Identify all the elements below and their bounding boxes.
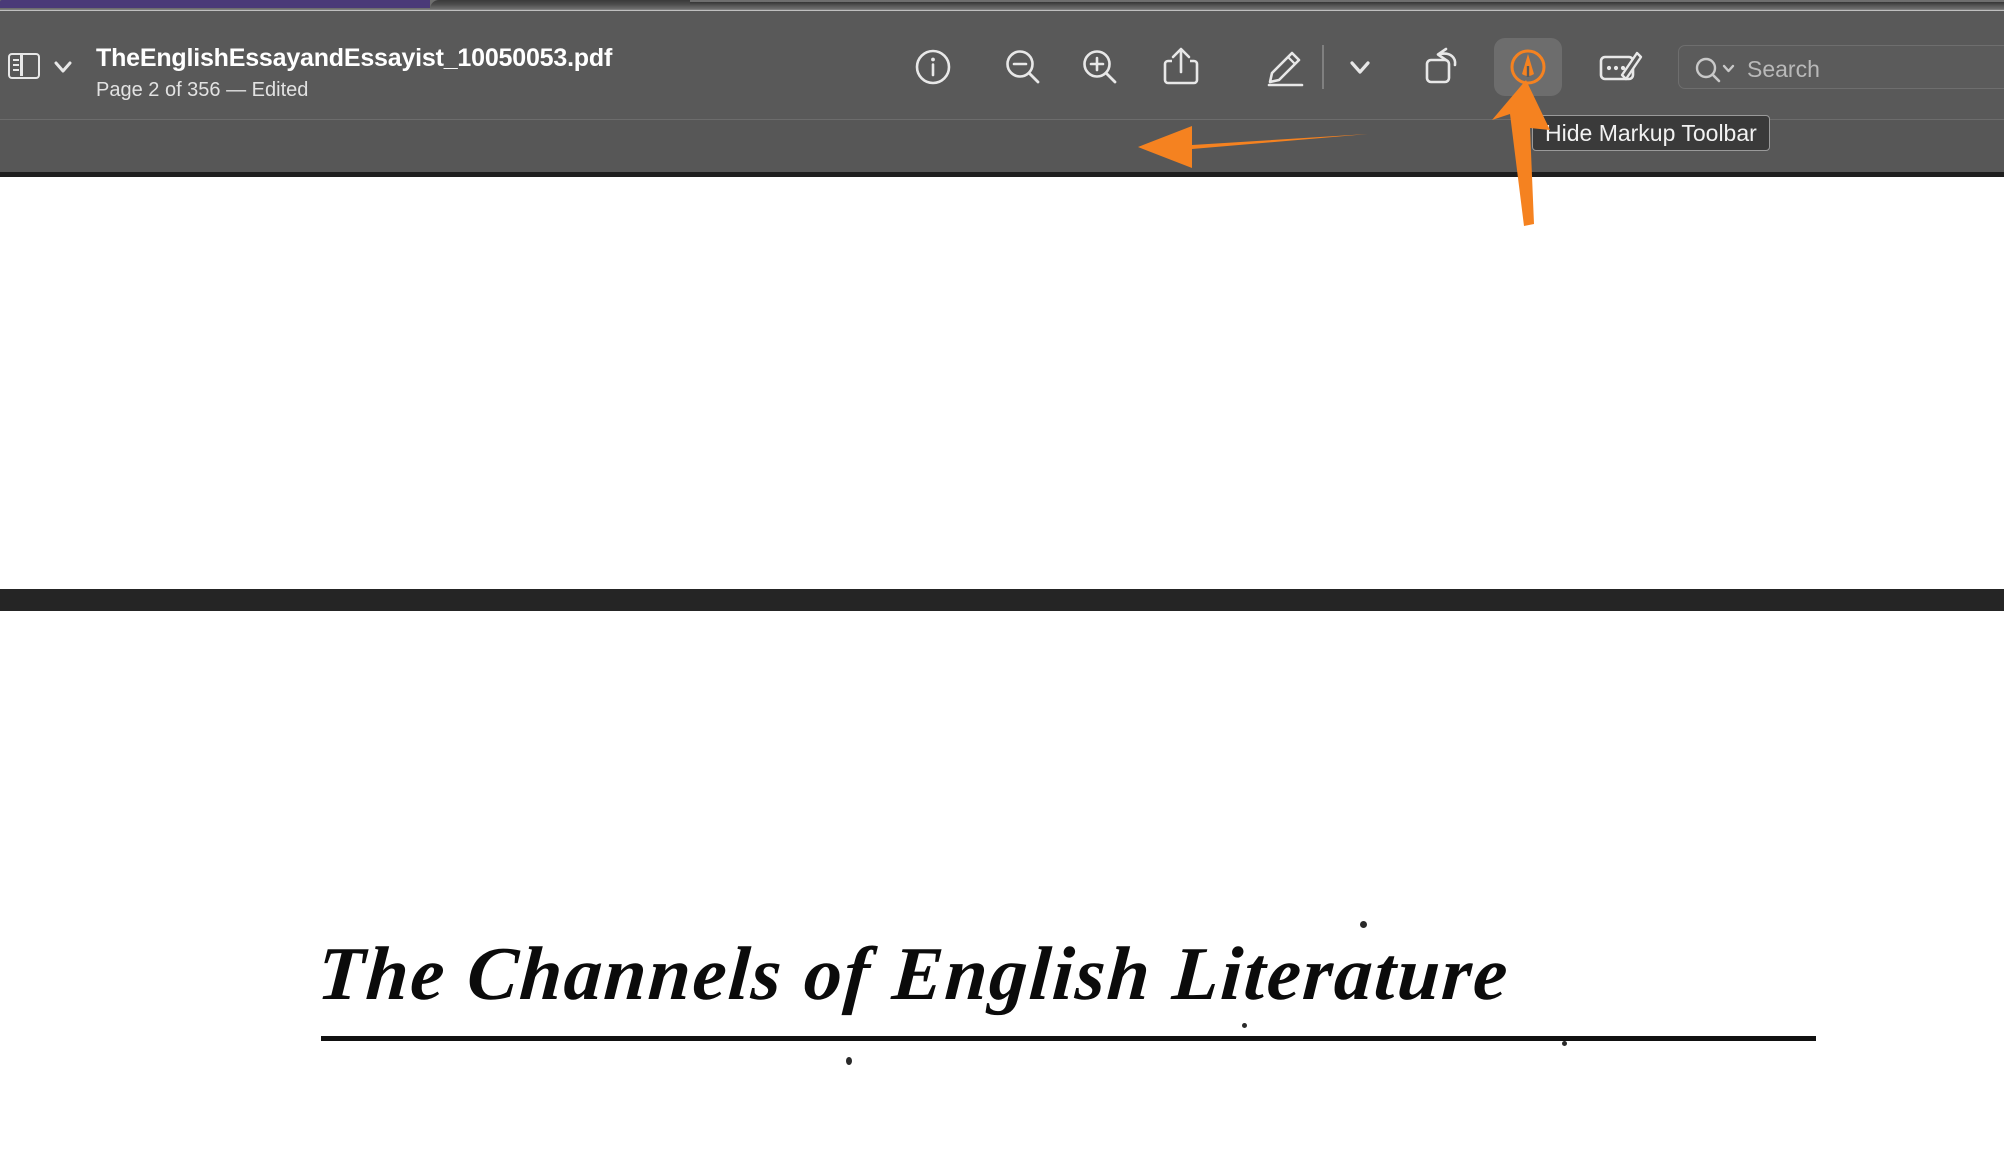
share-button[interactable]: [1153, 41, 1209, 93]
rotate-left-icon: [1425, 47, 1457, 84]
magnifier-plus-icon: [1083, 50, 1117, 84]
window-tab-edge: [430, 0, 690, 9]
info-circle-icon: [915, 49, 951, 85]
scanned-heading-rule: [321, 1036, 1816, 1041]
window-tab-edge-right: [690, 2, 2004, 9]
pencil-underline-icon: [1267, 51, 1304, 87]
chevron-down-icon: [54, 61, 72, 73]
tooltip: Hide Markup Toolbar: [1532, 115, 1770, 151]
search-input[interactable]: Search: [1678, 45, 2004, 89]
scan-speck: [1360, 921, 1367, 928]
scanned-page-heading: The Channels of English Literature: [315, 932, 1513, 1016]
document-status-line: Page 2 of 356 — Edited: [96, 79, 309, 101]
zoom-out-button[interactable]: [995, 41, 1051, 93]
info-button[interactable]: [905, 41, 961, 93]
search-magnifier-chevron-icon: [1693, 55, 1741, 88]
markup-circle-pen-icon: [1510, 49, 1546, 85]
search-placeholder: Search: [1747, 56, 1820, 82]
annotate-button[interactable]: [1592, 41, 1648, 93]
title-chevron-button[interactable]: [48, 55, 78, 79]
background-window-tab: [0, 0, 430, 8]
scan-speck: [1562, 1041, 1567, 1046]
pdf-page: The Channels of English Literature: [0, 611, 2004, 1168]
main-toolbar: TheEnglishEssayandEssayist_10050053.pdf …: [0, 11, 2004, 119]
magnifier-minus-icon: [1006, 50, 1040, 84]
note-pencil-icon: [1599, 51, 1643, 81]
markup-pen-button[interactable]: [1258, 41, 1314, 93]
toolbar-divider: [1322, 45, 1324, 89]
page-separator: [0, 589, 2004, 611]
sidebar-lines-icon: [13, 59, 19, 73]
share-upload-icon: [1163, 47, 1199, 85]
zoom-in-button[interactable]: [1072, 41, 1128, 93]
chevron-down-icon: [1350, 61, 1370, 74]
scan-speck: [1242, 1023, 1247, 1028]
pdf-document-area[interactable]: The Channels of English Literature: [0, 177, 2004, 1168]
scan-speck: [846, 1057, 852, 1065]
page-title: TheEnglishEssayandEssayist_10050053.pdf: [96, 44, 613, 72]
show-markup-toolbar-button[interactable]: [1494, 38, 1562, 96]
markup-options-button[interactable]: [1332, 41, 1388, 93]
rotate-left-button[interactable]: [1414, 41, 1470, 93]
sidebar-toggle-button[interactable]: [6, 49, 46, 83]
sidebar-toggle-icon: [8, 53, 40, 79]
